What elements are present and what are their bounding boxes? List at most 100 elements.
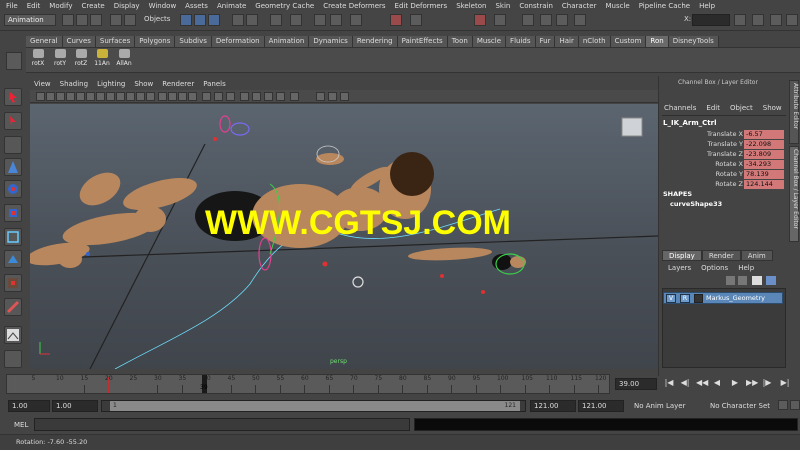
shelf-tab-painteffects[interactable]: PaintEffects <box>397 36 448 47</box>
panel-toolbar-icon[interactable] <box>56 92 65 101</box>
shelf-button-rotx[interactable]: rotX <box>28 49 48 69</box>
panel-menu-view[interactable]: View <box>34 80 51 90</box>
tab-anim[interactable]: Anim <box>740 250 773 261</box>
play-forwards-icon[interactable]: ▶ <box>730 378 740 390</box>
shelf-tab-fur[interactable]: Fur <box>535 36 556 47</box>
camera-icon[interactable] <box>574 14 586 26</box>
select-tool-icon[interactable] <box>4 88 22 106</box>
channel-menu-object[interactable]: Object <box>730 104 753 112</box>
menu-create-deformers[interactable]: Create Deformers <box>323 2 385 10</box>
mask-icon[interactable] <box>180 14 192 26</box>
current-frame-field[interactable]: 39.00 <box>615 378 657 390</box>
menu-create[interactable]: Create <box>81 2 104 10</box>
keyframe-marker[interactable] <box>108 377 109 393</box>
menu-set-select[interactable]: Animation <box>4 14 56 26</box>
layer-menu-options[interactable]: Options <box>701 264 728 272</box>
attribute-value-field[interactable]: 124.144 <box>744 180 784 189</box>
menu-assets[interactable]: Assets <box>185 2 208 10</box>
layer-menu-help[interactable]: Help <box>738 264 754 272</box>
menu-muscle[interactable]: Muscle <box>605 2 629 10</box>
view-cube-icon[interactable] <box>621 117 643 137</box>
shelf-button-rotz[interactable]: rotZ <box>71 49 91 69</box>
panel-toolbar-icon[interactable] <box>276 92 285 101</box>
render-settings-icon[interactable] <box>350 14 362 26</box>
menu-display[interactable]: Display <box>114 2 140 10</box>
attribute-label[interactable]: Translate Z <box>664 150 743 158</box>
layer-icon[interactable] <box>738 276 747 285</box>
input-line-icon[interactable] <box>410 14 422 26</box>
lasso-tool-icon[interactable] <box>4 112 22 130</box>
shelf-tab-ncloth[interactable]: nCloth <box>578 36 611 47</box>
camera-icon[interactable] <box>556 14 568 26</box>
panel-menu-renderer[interactable]: Renderer <box>162 80 194 90</box>
layer-menu-layers[interactable]: Layers <box>668 264 691 272</box>
lock-icon[interactable] <box>494 14 506 26</box>
panel-toolbar-icon[interactable] <box>316 92 325 101</box>
panel-toolbar-icon[interactable] <box>178 92 187 101</box>
selected-object-name[interactable]: L_IK_Arm_Ctrl <box>663 119 717 127</box>
panel-toolbar-icon[interactable] <box>188 92 197 101</box>
soft-mod-tool-icon[interactable] <box>4 250 22 268</box>
menu-pipeline-cache[interactable]: Pipeline Cache <box>639 2 690 10</box>
rotate-pivot-icon[interactable] <box>352 276 364 288</box>
auto-key-icon[interactable] <box>778 400 788 410</box>
character-set-select[interactable]: No Character Set <box>710 402 770 410</box>
select-object-icon[interactable] <box>124 14 136 26</box>
panel-toolbar-icon[interactable] <box>96 92 105 101</box>
attribute-label[interactable]: Translate Y <box>664 140 743 148</box>
open-scene-icon[interactable] <box>76 14 88 26</box>
keyframe-marker[interactable] <box>34 377 36 393</box>
render-icon[interactable] <box>314 14 326 26</box>
menu-skin[interactable]: Skin <box>495 2 510 10</box>
channel-menu-channels[interactable]: Channels <box>664 104 696 112</box>
panel-toolbar-icon[interactable] <box>226 92 235 101</box>
shelf-tab-deformation[interactable]: Deformation <box>211 36 265 47</box>
layer-name[interactable]: Markus_Geometry <box>706 294 765 302</box>
shape-node-name[interactable]: curveShape33 <box>670 200 722 208</box>
panel-menu-show[interactable]: Show <box>134 80 153 90</box>
panel-toolbar-icon[interactable] <box>36 92 45 101</box>
menu-file[interactable]: File <box>6 2 18 10</box>
layer-icon[interactable] <box>726 276 735 285</box>
menu-modify[interactable]: Modify <box>49 2 72 10</box>
play-backwards-icon[interactable]: ◀ <box>712 378 722 390</box>
go-to-start-icon[interactable]: |◀ <box>664 378 674 390</box>
menu-character[interactable]: Character <box>562 2 597 10</box>
shelf-tab-subdivs[interactable]: Subdivs <box>175 36 212 47</box>
mask-icon[interactable] <box>194 14 206 26</box>
shelf-tab-toon[interactable]: Toon <box>447 36 473 47</box>
attribute-label[interactable]: Rotate X <box>664 160 743 168</box>
x-field[interactable] <box>692 14 730 26</box>
snap-point-icon[interactable] <box>270 14 282 26</box>
scale-tool-icon[interactable] <box>4 204 22 222</box>
menu-edit[interactable]: Edit <box>27 2 41 10</box>
go-to-end-icon[interactable]: ▶| <box>780 378 790 390</box>
layer-reference-toggle[interactable]: R <box>680 294 690 303</box>
panel-toolbar-icon[interactable] <box>340 92 349 101</box>
playback-start-field[interactable]: 1.00 <box>52 400 98 412</box>
panel-toggle-icon[interactable] <box>770 14 782 26</box>
panel-toolbar-icon[interactable] <box>328 92 337 101</box>
new-layer-icon[interactable] <box>752 276 762 285</box>
shelf-tab-general[interactable]: General <box>26 36 63 47</box>
range-slider-handle[interactable]: 1 121 <box>110 401 520 411</box>
shelf-button-roty[interactable]: rotY <box>50 49 70 69</box>
shelf-button-allan[interactable]: AllAn <box>114 49 134 69</box>
menu-skeleton[interactable]: Skeleton <box>456 2 486 10</box>
hypershade-icon[interactable] <box>390 14 402 26</box>
animation-end-field[interactable]: 121.00 <box>578 400 624 412</box>
menu-window[interactable]: Window <box>149 2 177 10</box>
panel-toolbar-icon[interactable] <box>46 92 55 101</box>
keyframe-marker[interactable] <box>132 377 134 393</box>
layer-visibility-toggle[interactable]: V <box>666 294 676 303</box>
control-curve[interactable] <box>230 122 250 136</box>
control-curve[interactable] <box>219 115 231 133</box>
channel-menu-show[interactable]: Show <box>763 104 782 112</box>
panel-toolbar-icon[interactable] <box>76 92 85 101</box>
panel-toolbar-icon[interactable] <box>66 92 75 101</box>
shelf-tab-disneytools[interactable]: DisneyTools <box>668 36 719 47</box>
camera-icon[interactable] <box>540 14 552 26</box>
step-back-icon[interactable]: ◀| <box>680 378 690 390</box>
step-back-key-icon[interactable]: ◀◀ <box>696 378 708 390</box>
select-hierarchy-icon[interactable] <box>110 14 122 26</box>
